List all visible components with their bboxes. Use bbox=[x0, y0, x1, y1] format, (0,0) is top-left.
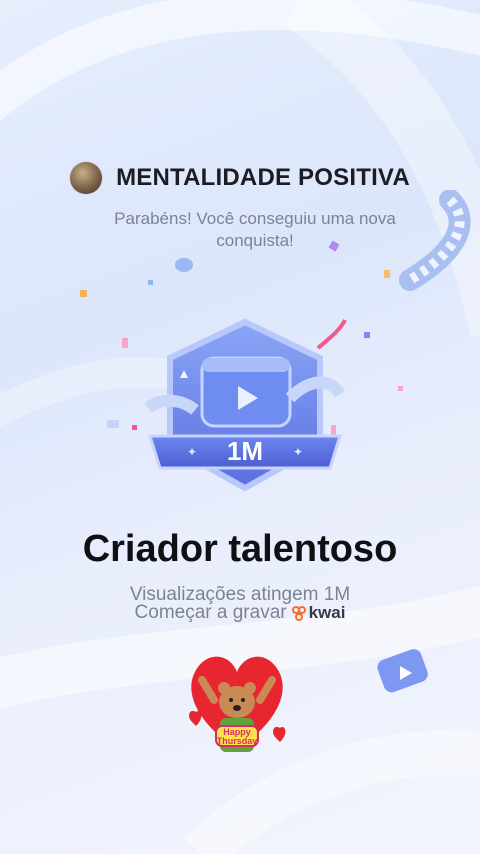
badge-milestone-label: 1M bbox=[227, 436, 263, 466]
svg-text:✦: ✦ bbox=[293, 445, 303, 459]
cta-text[interactable]: Começar a gravar bbox=[135, 602, 287, 624]
happy-thursday-sticker[interactable]: Happy Thursday bbox=[184, 650, 290, 766]
achievement-badge: 1M ✦ ✦ bbox=[144, 318, 346, 492]
achievement-title: Criador talentoso bbox=[82, 528, 398, 570]
svg-text:✦: ✦ bbox=[187, 445, 197, 459]
start-recording-cta[interactable]: Começar a gravar kwai bbox=[0, 602, 480, 624]
video-play-icon bbox=[377, 649, 428, 693]
kwai-brand: kwai bbox=[308, 603, 346, 622]
kwai-logo-icon: kwai bbox=[291, 603, 346, 623]
sticker-text-thursday: Thursday bbox=[217, 736, 258, 746]
